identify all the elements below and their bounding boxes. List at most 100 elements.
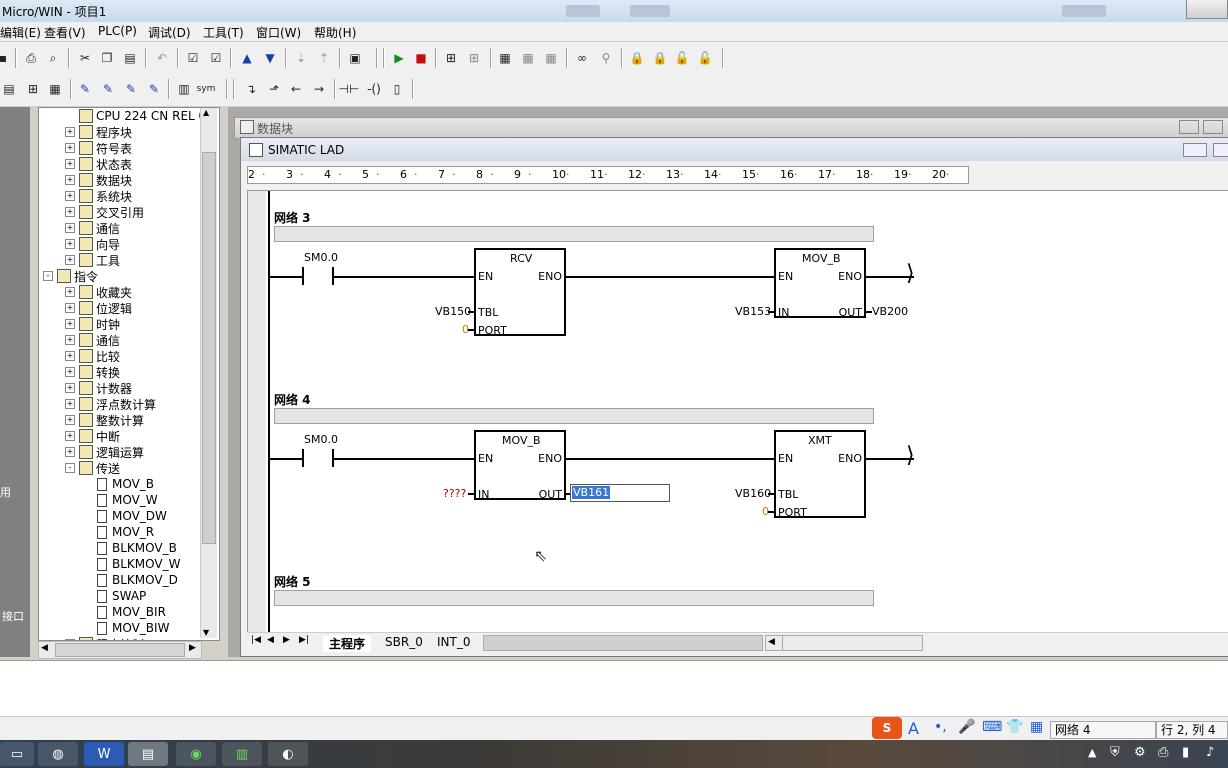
tree-item[interactable]: - 指令 [43,268,98,284]
tray-volume-icon[interactable]: ♪ [1206,745,1214,760]
tray-printer-icon[interactable]: ⎙ [1158,745,1168,760]
scroll-right-icon[interactable]: ▶ [189,643,196,653]
taskbar-word-icon[interactable]: W [84,742,124,766]
ladder-editor[interactable]: 网络 3 SM0.0 RCV EN ENO TBL PORT VB150 0 M… [247,190,1228,633]
expand-icon[interactable]: + [65,207,75,217]
pause-status-icon[interactable]: ⊞ [465,49,483,67]
single-read-icon[interactable]: ▦ [519,49,537,67]
tree-item[interactable]: + 收藏夹 [65,284,132,300]
edit-network-icon[interactable]: ✎ [76,80,94,98]
tab-main-program[interactable]: 主程序 [323,635,372,652]
tray-settings-icon[interactable]: ⚙ [1134,745,1146,760]
tree-item[interactable]: MOV_W [97,492,158,508]
tree-item[interactable]: + 整数计算 [65,412,144,428]
taskbar-paint-icon[interactable]: ◐ [268,742,308,766]
mov-b-box-2[interactable]: MOV_B EN ENO IN OUT [474,430,566,501]
expand-icon[interactable]: + [65,191,75,201]
print-preview-icon[interactable]: ⌕ [44,49,62,67]
xmt-tbl-operand[interactable]: VB160 [735,487,771,500]
expand-icon[interactable]: + [65,223,75,233]
expand-icon[interactable]: + [65,287,75,297]
tree-item[interactable]: MOV_BIR [97,604,166,620]
expand-icon[interactable]: + [65,431,75,441]
taskbar-microwin-icon[interactable]: ▤ [128,742,168,766]
tray-shield-icon[interactable]: ⛨ [1110,745,1120,760]
unforce-all-icon[interactable]: 🔓 [673,49,691,67]
line-up-icon[interactable]: ⬏ [265,80,283,98]
tray-expand-icon[interactable]: ▲ [1088,746,1096,759]
tab-first-icon[interactable]: |◀ [251,635,261,645]
insert-network-icon[interactable]: ✎ [99,80,117,98]
expand-icon[interactable]: + [65,383,75,393]
symbolic-addressing-icon[interactable]: sym [197,80,216,98]
upload-icon[interactable]: ▲ [238,49,256,67]
table-view-icon[interactable]: ▦ [46,80,64,98]
maximize-button[interactable] [1203,120,1223,134]
ime-voice-icon[interactable]: 🎤 [958,719,975,735]
tree-item[interactable]: MOV_B [97,476,154,492]
line-left-icon[interactable]: ← [287,80,305,98]
tree-item[interactable]: + 时钟 [65,316,120,332]
delete-network-icon[interactable]: ✎ [122,80,140,98]
tree-item[interactable]: + 比较 [65,348,120,364]
menu-help[interactable]: 帮助(H) [314,24,356,41]
line-right-icon[interactable]: → [310,80,328,98]
download-icon[interactable]: ▼ [261,49,279,67]
tree-item[interactable]: + 中断 [65,428,120,444]
expand-icon[interactable]: + [65,143,75,153]
tab-last-icon[interactable]: ▶| [299,635,309,645]
lock-icon[interactable]: 🔒 [628,49,646,67]
network-5-comment[interactable] [274,590,874,606]
tree-item[interactable]: + 符号表 [65,140,132,156]
menu-edit[interactable]: 编辑(E) [0,24,41,41]
run-icon[interactable]: ▶ [390,49,408,67]
expand-icon[interactable]: + [65,159,75,169]
ime-language-icon[interactable]: A [908,719,919,738]
coil-icon[interactable]: -() [365,80,383,98]
lad-maximize-button[interactable] [1213,143,1228,157]
ladder-view-icon[interactable]: ⊞ [24,80,42,98]
expand-icon[interactable]: + [65,175,75,185]
tree-item[interactable]: - 传送 [65,460,120,476]
tree-item[interactable]: + 工具 [65,252,120,268]
tree-item[interactable]: CPU 224 CN REL 02. [79,108,218,124]
tree-item[interactable]: + 程序块 [65,124,132,140]
operand-edit-text[interactable]: VB161 [572,486,611,499]
view-icon[interactable]: ▤ [0,80,18,98]
mov-b-1-in-operand[interactable]: VB153 [735,305,771,318]
tab-int-0[interactable]: INT_0 [433,635,474,649]
tree-item[interactable]: + 计数器 [65,380,132,396]
tree-item[interactable]: BLKMOV_D [97,572,178,588]
tree-item[interactable]: MOV_BIW [97,620,169,636]
options-icon[interactable]: ▣ [346,49,364,67]
tree-scroll-thumb[interactable] [202,152,216,544]
mov-b-2-in-operand[interactable]: ???? [443,487,466,500]
trend-view-icon[interactable]: ∞ [573,49,591,67]
menu-tools[interactable]: 工具(T) [203,24,244,41]
menu-window[interactable]: 窗口(W) [256,24,301,41]
menu-plc[interactable]: PLC(P) [98,24,137,38]
tree-item[interactable]: + 状态表 [65,156,132,172]
tree-item[interactable]: MOV_R [97,524,154,540]
tab-sbr-0[interactable]: SBR_0 [381,635,427,649]
tree-item[interactable]: BLKMOV_B [97,540,177,556]
scroll-left-icon[interactable]: ◀ [768,637,775,647]
tree-item[interactable]: + 交叉引用 [65,204,144,220]
tree-item[interactable]: + 位逻辑 [65,300,132,316]
stop-icon[interactable]: ■ [412,49,430,67]
lad-minimize-button[interactable] [1183,143,1207,157]
scroll-left-icon[interactable]: ◀ [41,643,48,653]
compile-icon[interactable]: ☑ [184,49,202,67]
symbol-table-icon[interactable]: ▥ [175,80,193,98]
scroll-up-icon[interactable]: ▲ [203,108,209,117]
sort-ascending-icon[interactable]: ⇣ [292,49,310,67]
box-icon[interactable]: ▯ [388,80,406,98]
taskbar-edge-icon[interactable]: ◍ [38,742,78,766]
tree-item[interactable]: + 通信 [65,332,120,348]
force-icon[interactable]: ⚲ [597,49,615,67]
tree-horizontal-scrollbar[interactable]: ◀ ▶ [38,641,202,659]
read-forced-icon[interactable]: 🔓 [696,49,714,67]
rcv-tbl-operand[interactable]: VB150 [435,305,471,318]
expand-icon[interactable]: + [65,351,75,361]
menu-debug[interactable]: 调试(D) [148,24,191,41]
